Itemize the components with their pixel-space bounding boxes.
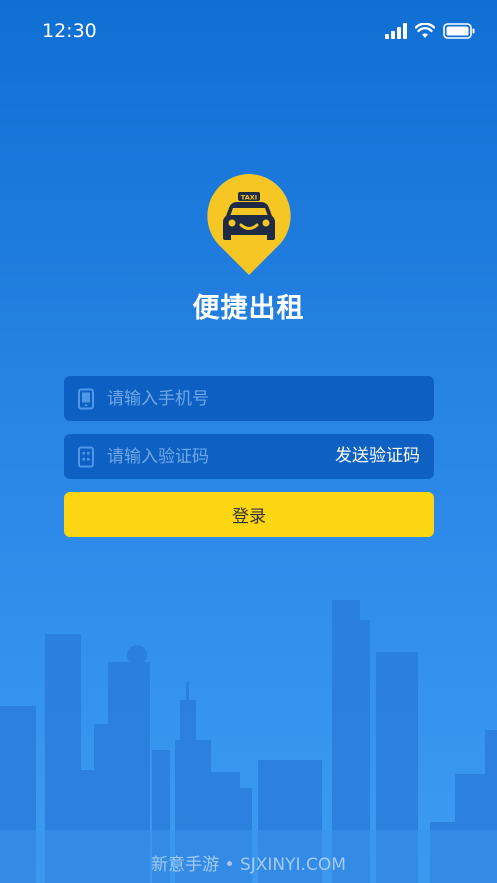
phone-field[interactable]	[64, 376, 434, 421]
verification-code-field[interactable]: 发送验证码	[64, 434, 434, 479]
phone-icon	[78, 388, 94, 410]
watermark-text: 新意手游 • SJXINYI.COM	[151, 855, 346, 875]
city-skyline-illustration	[0, 600, 497, 883]
wifi-icon	[415, 23, 435, 38]
battery-icon	[443, 23, 475, 39]
verification-code-input[interactable]	[107, 434, 327, 479]
status-time: 12:30	[42, 20, 97, 42]
send-code-button[interactable]: 发送验证码	[335, 434, 420, 479]
signal-icon	[385, 23, 407, 39]
taxi-sign-text: TAXI	[241, 193, 257, 201]
app-logo: TAXI	[205, 172, 293, 276]
verification-code-icon	[78, 446, 94, 468]
login-button[interactable]: 登录	[64, 492, 434, 537]
status-icons	[385, 22, 475, 40]
phone-input[interactable]	[107, 376, 327, 421]
status-bar: 12:30	[0, 0, 497, 60]
app-title: 便捷出租	[192, 293, 305, 324]
